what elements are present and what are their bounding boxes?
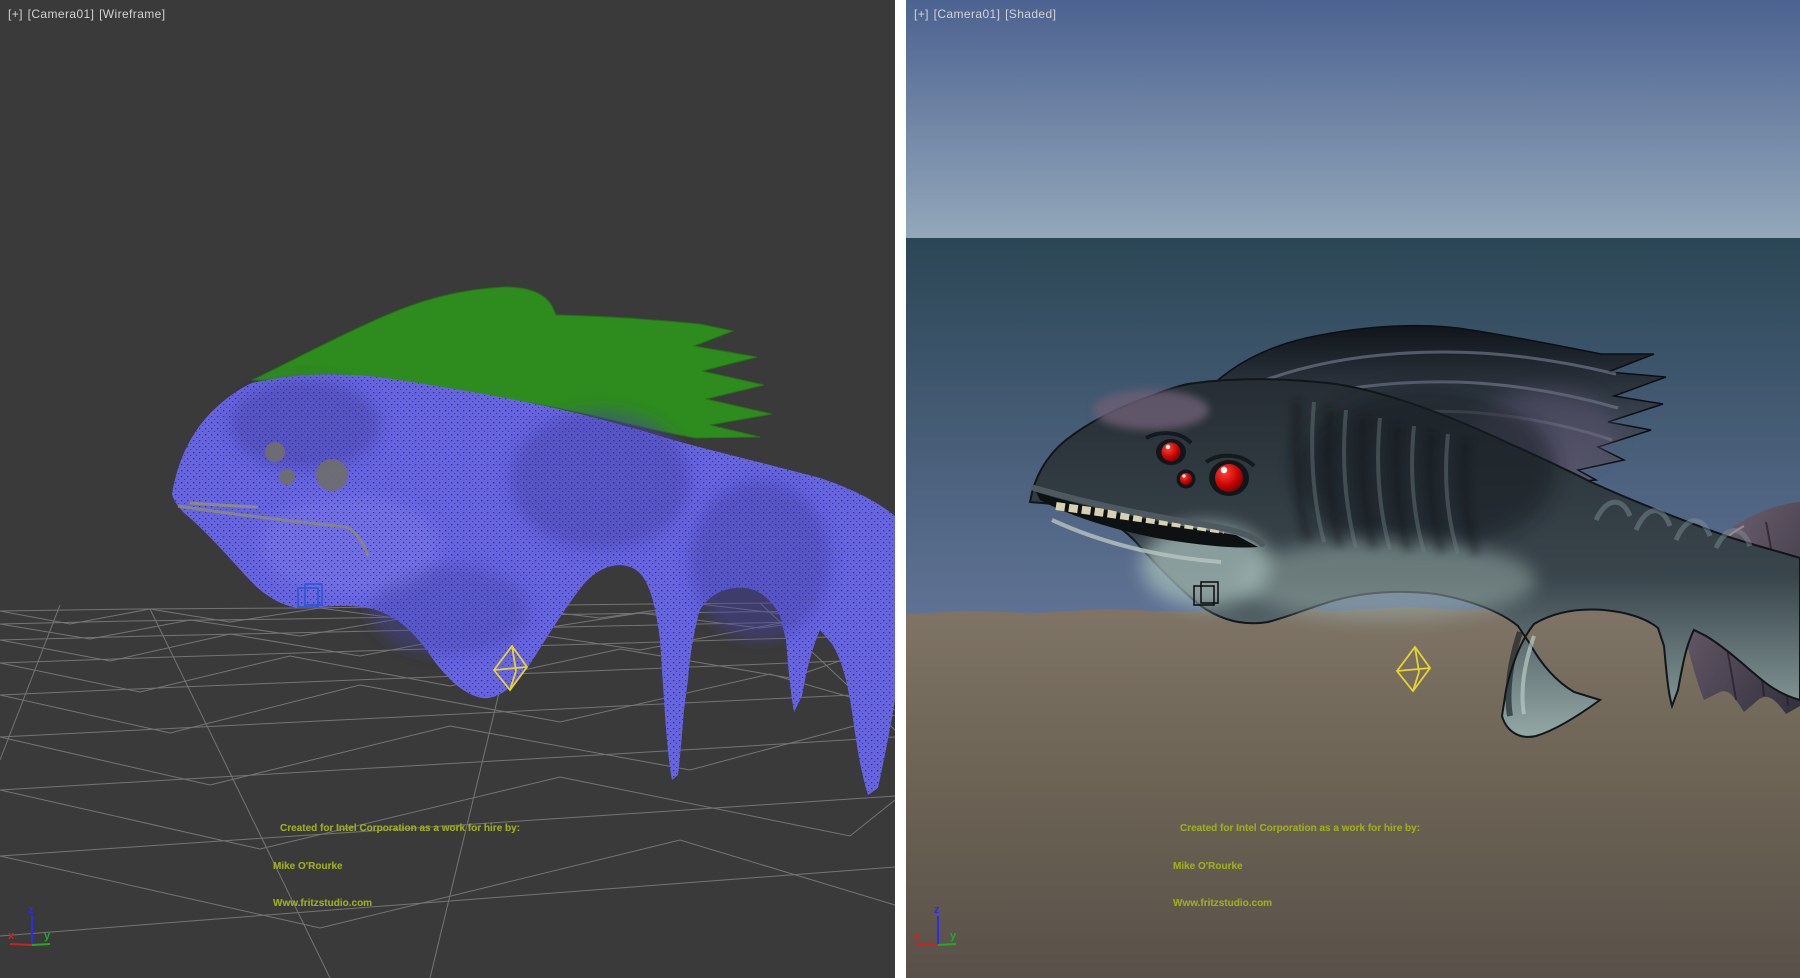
viewport-divider[interactable]	[895, 0, 906, 978]
dual-viewport-stage: [+] [Camera01] [Wireframe] Created for I…	[0, 0, 1800, 978]
axis-z-label: z	[28, 904, 34, 916]
viewport-camera-menu[interactable]: [Camera01]	[934, 7, 1001, 21]
axis-y-label: y	[44, 930, 51, 942]
eye-red-upper	[1156, 439, 1186, 465]
viewport-shading-menu[interactable]: [Wireframe]	[99, 7, 165, 21]
axis-x-label: x	[8, 930, 15, 942]
viewport-camera-menu[interactable]: [Camera01]	[28, 7, 95, 21]
credit-text: Created for Intel Corporation as a work …	[273, 798, 520, 936]
fish-eye-upper	[265, 442, 285, 462]
credit-line-3: Www.fritzstudio.com	[273, 898, 520, 911]
axis-x-label: x	[914, 930, 921, 942]
eye-red-large	[1209, 460, 1249, 496]
credit-line-3: Www.fritzstudio.com	[1173, 898, 1420, 911]
axis-y-line	[32, 944, 50, 945]
viewport-expand-button[interactable]: [+]	[914, 7, 929, 21]
viewport-label: [+] [Camera01] [Wireframe]	[8, 7, 166, 21]
axis-gizmo: z x y	[5, 902, 59, 960]
sky	[906, 0, 1800, 238]
axis-y-label: y	[950, 930, 957, 942]
credit-text: Created for Intel Corporation as a work …	[1173, 798, 1420, 936]
viewport-shaded[interactable]: [+] [Camera01] [Shaded] Created for Inte…	[906, 0, 1800, 978]
fish-eye-large	[316, 459, 348, 491]
viewport-shading-menu[interactable]: [Shaded]	[1005, 7, 1056, 21]
viewport-label: [+] [Camera01] [Shaded]	[914, 7, 1057, 21]
credit-line-1: Created for Intel Corporation as a work …	[273, 823, 520, 836]
axis-z-label: z	[934, 904, 940, 916]
axis-gizmo: z x y	[911, 902, 965, 960]
fish-eye-small	[279, 469, 295, 485]
viewport-expand-button[interactable]: [+]	[8, 7, 23, 21]
viewport-wireframe[interactable]: [+] [Camera01] [Wireframe] Created for I…	[0, 0, 895, 978]
credit-line-2: Mike O'Rourke	[1173, 861, 1420, 874]
axis-y-line	[938, 944, 956, 945]
axis-x-line	[916, 944, 938, 945]
credit-line-1: Created for Intel Corporation as a work …	[1173, 823, 1420, 836]
eye-red-small	[1177, 470, 1196, 489]
axis-x-line	[10, 944, 32, 945]
credit-line-2: Mike O'Rourke	[273, 861, 520, 874]
